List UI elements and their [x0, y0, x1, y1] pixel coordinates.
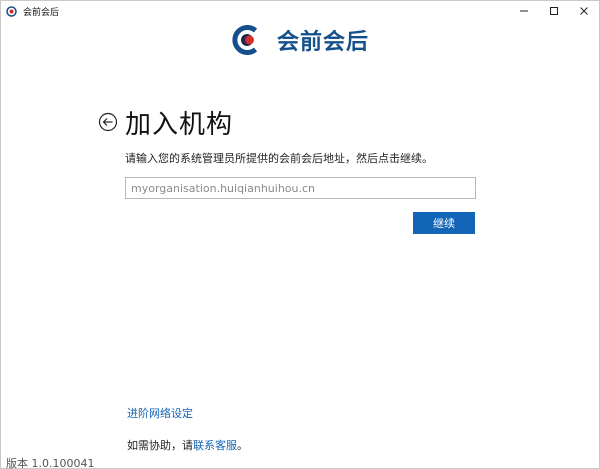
- maximize-button[interactable]: [539, 1, 569, 21]
- help-line: 如需协助，请联系客服。: [127, 437, 248, 453]
- help-prefix: 如需协助，请: [127, 439, 193, 452]
- maximize-icon: [550, 7, 558, 15]
- continue-button[interactable]: 继续: [413, 212, 475, 234]
- version-label: 版本 1.0.100041: [6, 457, 95, 469]
- back-button[interactable]: [98, 112, 118, 132]
- brand-mark-icon: [232, 25, 258, 55]
- close-button[interactable]: [569, 1, 599, 21]
- back-arrow-icon: [98, 112, 118, 132]
- window-title: 会前会后: [23, 7, 60, 18]
- brand-name: 会前会后: [277, 30, 370, 55]
- help-suffix: 。: [237, 439, 248, 452]
- window-controls: [509, 1, 599, 21]
- title-bar: 会前会后: [1, 1, 599, 21]
- brand-logo: 会前会后: [229, 22, 369, 58]
- advanced-network-settings-link[interactable]: 进阶网络设定: [127, 405, 193, 421]
- instruction-text: 请输入您的系统管理员所提供的会前会后地址，然后点击继续。: [125, 152, 433, 165]
- close-icon: [580, 7, 588, 15]
- minimize-icon: [520, 10, 528, 12]
- page-title: 加入机构: [125, 110, 234, 140]
- minimize-button[interactable]: [509, 1, 539, 21]
- app-window: 会前会后 会前会后 加入机构 请输入您的系统管理员所提供的会前会后地址，然后点击…: [0, 0, 600, 469]
- contact-support-link[interactable]: 联系客服: [193, 439, 237, 452]
- app-logo-icon: [6, 5, 17, 17]
- organization-url-input[interactable]: [125, 177, 476, 199]
